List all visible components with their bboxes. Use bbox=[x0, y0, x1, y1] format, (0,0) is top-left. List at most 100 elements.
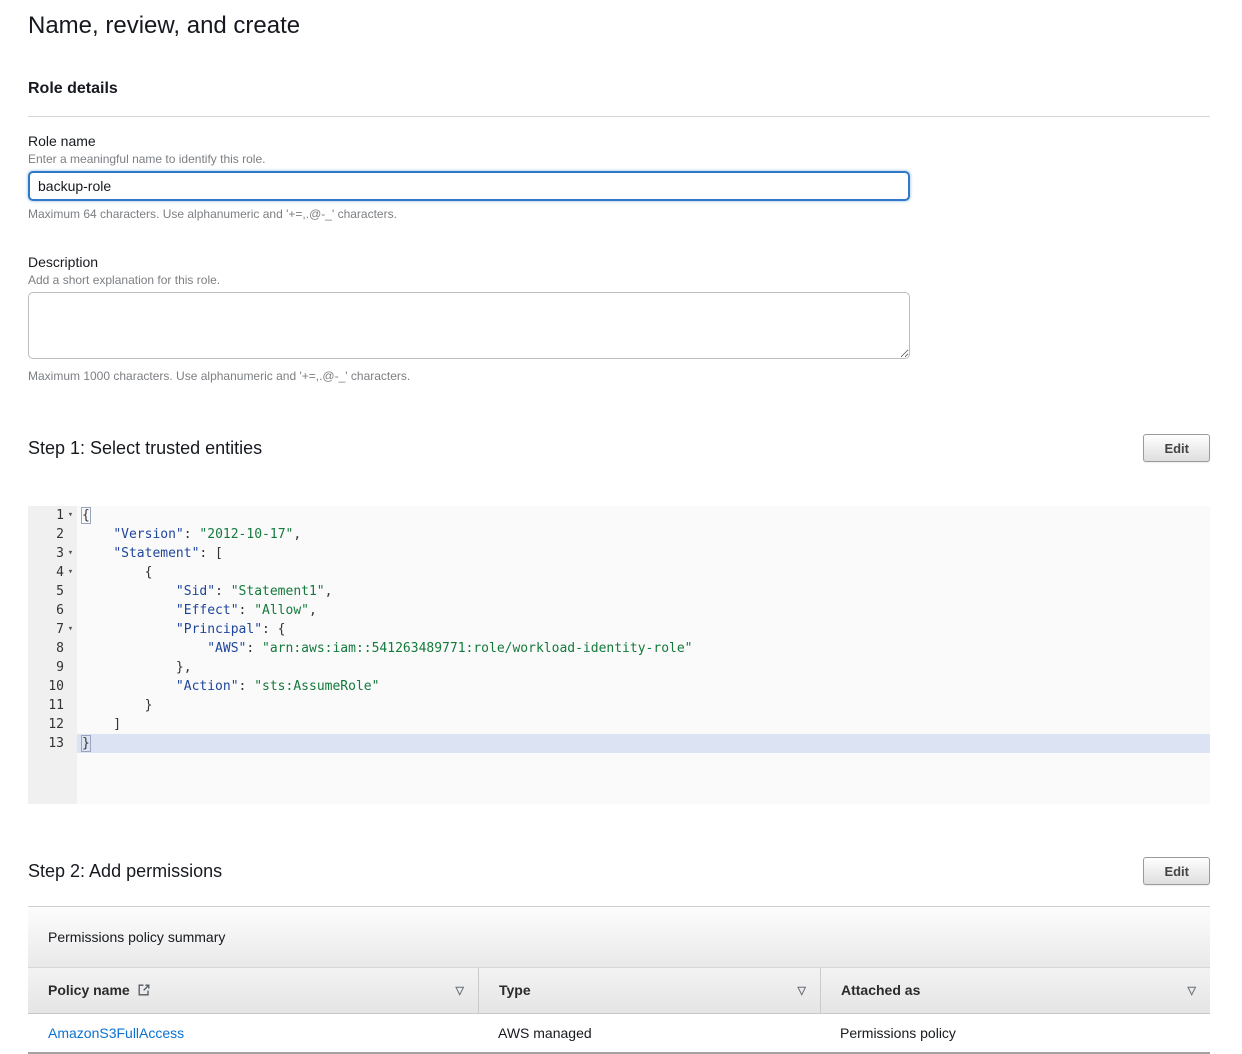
code-text: } bbox=[77, 696, 1210, 715]
code-text: { bbox=[77, 563, 1210, 582]
section-divider bbox=[28, 116, 1210, 117]
code-text: } bbox=[77, 734, 1210, 753]
line-number-gutter: 4▾ bbox=[28, 563, 77, 582]
filter-icon[interactable]: ▽ bbox=[1188, 984, 1196, 997]
code-line: 3▾ "Statement": [ bbox=[28, 544, 1210, 563]
code-line: 6 "Effect": "Allow", bbox=[28, 601, 1210, 620]
permissions-summary-title: Permissions policy summary bbox=[48, 929, 225, 945]
policy-table-header: Policy name ▽ Type ▽ Attached a bbox=[28, 967, 1210, 1014]
role-name-input[interactable] bbox=[28, 171, 910, 201]
code-line: 10 "Action": "sts:AssumeRole" bbox=[28, 677, 1210, 696]
line-number: 11 bbox=[48, 696, 64, 715]
role-details-heading: Role details bbox=[28, 80, 1210, 98]
page-title: Name, review, and create bbox=[28, 10, 1210, 42]
filter-icon[interactable]: ▽ bbox=[456, 984, 464, 997]
line-number-gutter: 8 bbox=[28, 639, 77, 658]
step1-heading: Step 1: Select trusted entities bbox=[28, 438, 262, 459]
column-header-policy-name[interactable]: Policy name ▽ bbox=[28, 968, 478, 1013]
fold-caret-icon[interactable]: ▾ bbox=[64, 563, 77, 582]
table-row: AmazonS3FullAccess AWS managed Permissio… bbox=[28, 1014, 1210, 1054]
step2-edit-button[interactable]: Edit bbox=[1143, 857, 1210, 885]
line-number-gutter: 6 bbox=[28, 601, 77, 620]
line-number-gutter: 10 bbox=[28, 677, 77, 696]
description-label: Description bbox=[28, 254, 1210, 270]
line-number: 10 bbox=[48, 677, 64, 696]
iam-create-role-review-page: Name, review, and create Role details Ro… bbox=[0, 10, 1242, 1054]
line-number-gutter: 5 bbox=[28, 582, 77, 601]
code-line: 9 }, bbox=[28, 658, 1210, 677]
line-number: 1 bbox=[56, 506, 64, 525]
permissions-summary-panel-header: Permissions policy summary bbox=[28, 906, 1210, 967]
code-line: 8 "AWS": "arn:aws:iam::541263489771:role… bbox=[28, 639, 1210, 658]
role-name-help: Enter a meaningful name to identify this… bbox=[28, 152, 1210, 166]
line-number: 7 bbox=[56, 620, 64, 639]
step2-heading: Step 2: Add permissions bbox=[28, 861, 222, 882]
policy-type-cell: AWS managed bbox=[478, 1025, 820, 1041]
code-text: "AWS": "arn:aws:iam::541263489771:role/w… bbox=[77, 639, 1210, 658]
role-name-label: Role name bbox=[28, 133, 1210, 149]
line-number-gutter bbox=[28, 753, 77, 804]
line-number-gutter: 11 bbox=[28, 696, 77, 715]
description-field: Description Add a short explanation for … bbox=[28, 254, 1210, 383]
role-name-field: Role name Enter a meaningful name to ide… bbox=[28, 133, 1210, 221]
role-name-constraint: Maximum 64 characters. Use alphanumeric … bbox=[28, 207, 1210, 221]
fold-caret-icon[interactable]: ▾ bbox=[64, 506, 77, 525]
line-number: 6 bbox=[56, 601, 64, 620]
line-number-gutter: 13 bbox=[28, 734, 77, 753]
editor-empty-area bbox=[28, 753, 1210, 804]
line-number-gutter: 2 bbox=[28, 525, 77, 544]
line-number-gutter: 9 bbox=[28, 658, 77, 677]
code-line: 7▾ "Principal": { bbox=[28, 620, 1210, 639]
line-number: 2 bbox=[56, 525, 64, 544]
step1-edit-button[interactable]: Edit bbox=[1143, 434, 1210, 462]
policy-name-header-label: Policy name bbox=[48, 982, 130, 998]
code-line: 4▾ { bbox=[28, 563, 1210, 582]
step2-section: Step 2: Add permissions Edit Permissions… bbox=[28, 846, 1210, 1054]
line-number: 9 bbox=[56, 658, 64, 677]
trust-policy-editor[interactable]: 1▾{2 "Version": "2012-10-17",3▾ "Stateme… bbox=[28, 506, 1210, 804]
code-text: "Effect": "Allow", bbox=[77, 601, 1210, 620]
code-line: 5 "Sid": "Statement1", bbox=[28, 582, 1210, 601]
line-number-gutter: 3▾ bbox=[28, 544, 77, 563]
external-link-icon bbox=[137, 983, 151, 997]
attached-as-header-label: Attached as bbox=[841, 982, 920, 998]
attached-as-cell: Permissions policy bbox=[820, 1025, 1210, 1041]
fold-caret-icon[interactable]: ▾ bbox=[64, 544, 77, 563]
column-header-type[interactable]: Type ▽ bbox=[478, 968, 820, 1013]
line-number-gutter: 1▾ bbox=[28, 506, 77, 525]
policy-name-cell: AmazonS3FullAccess bbox=[28, 1025, 478, 1041]
code-text: "Action": "sts:AssumeRole" bbox=[77, 677, 1210, 696]
policy-link[interactable]: AmazonS3FullAccess bbox=[48, 1025, 184, 1041]
line-number-gutter: 12 bbox=[28, 715, 77, 734]
code-text: "Sid": "Statement1", bbox=[77, 582, 1210, 601]
line-number: 13 bbox=[48, 734, 64, 753]
code-text: "Version": "2012-10-17", bbox=[77, 525, 1210, 544]
code-line: 11 } bbox=[28, 696, 1210, 715]
step1-section: Step 1: Select trusted entities Edit 1▾{… bbox=[28, 423, 1210, 804]
filter-icon[interactable]: ▽ bbox=[798, 984, 806, 997]
description-textarea[interactable] bbox=[28, 292, 910, 359]
role-details-section: Role details Role name Enter a meaningfu… bbox=[28, 80, 1210, 383]
line-number-gutter: 7▾ bbox=[28, 620, 77, 639]
code-line: 13} bbox=[28, 734, 1210, 753]
code-text: ] bbox=[77, 715, 1210, 734]
code-text: }, bbox=[77, 658, 1210, 677]
permissions-summary-panel: Permissions policy summary Policy name ▽ bbox=[28, 906, 1210, 1054]
code-text: "Statement": [ bbox=[77, 544, 1210, 563]
code-line: 2 "Version": "2012-10-17", bbox=[28, 525, 1210, 544]
code-text: "Principal": { bbox=[77, 620, 1210, 639]
type-header-label: Type bbox=[499, 982, 531, 998]
description-constraint: Maximum 1000 characters. Use alphanumeri… bbox=[28, 369, 1210, 383]
line-number: 4 bbox=[56, 563, 64, 582]
line-number: 3 bbox=[56, 544, 64, 563]
line-number: 5 bbox=[56, 582, 64, 601]
code-text: { bbox=[77, 506, 1210, 525]
line-number: 8 bbox=[56, 639, 64, 658]
column-header-attached-as[interactable]: Attached as ▽ bbox=[820, 968, 1210, 1013]
line-number: 12 bbox=[48, 715, 64, 734]
code-line: 1▾{ bbox=[28, 506, 1210, 525]
code-line: 12 ] bbox=[28, 715, 1210, 734]
fold-caret-icon[interactable]: ▾ bbox=[64, 620, 77, 639]
step2-header-row: Step 2: Add permissions Edit bbox=[28, 846, 1210, 897]
description-help: Add a short explanation for this role. bbox=[28, 273, 1210, 287]
